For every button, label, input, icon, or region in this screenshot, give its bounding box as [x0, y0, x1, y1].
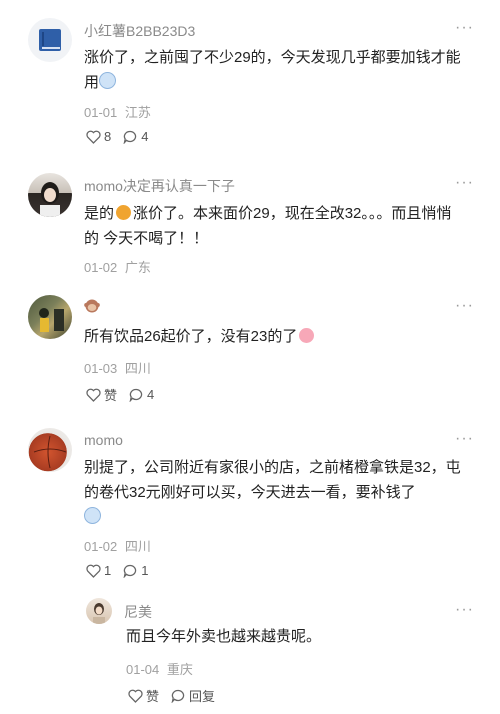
- more-options-icon[interactable]: ···: [455, 601, 474, 619]
- comment-actions: 赞 回复: [128, 686, 227, 705]
- username[interactable]: momo决定再认真一下子: [84, 176, 235, 196]
- user-photo-icon: [93, 603, 105, 624]
- angry-emoji-icon: [116, 205, 132, 220]
- user-photo-icon: [39, 308, 64, 332]
- comment-text: 别提了，公司附近有家很小的店，之前楮橙拿铁是32，屯的卷代32元刚好可以买，今天…: [84, 455, 464, 530]
- like-button[interactable]: 1: [86, 563, 111, 578]
- comment-date: 01-02: [84, 539, 118, 554]
- reply-count: 1: [141, 563, 149, 578]
- crying-emoji-icon: [84, 507, 101, 524]
- heart-icon: [86, 388, 101, 402]
- comment-icon: [129, 388, 143, 402]
- comment-text: 所有饮品26起价了，没有23的了: [84, 324, 464, 349]
- reply-button[interactable]: 回复: [171, 686, 215, 705]
- comment-date: 01-03: [84, 361, 118, 376]
- comment-location: 广东: [124, 260, 151, 275]
- pig-emoji-icon: [299, 328, 315, 343]
- comment-text: 而且今年外卖也越来越贵呢。: [126, 628, 322, 645]
- avatar[interactable]: [86, 598, 112, 624]
- username[interactable]: [84, 298, 100, 316]
- reply-count: 4: [141, 129, 149, 144]
- more-options-icon[interactable]: ···: [455, 19, 474, 37]
- like-button[interactable]: 8: [86, 129, 111, 144]
- comment-meta: 01-03 四川: [84, 358, 151, 377]
- reply-button[interactable]: 4: [123, 129, 148, 144]
- username[interactable]: 小红薯B2BB23D3: [84, 21, 195, 41]
- more-options-icon[interactable]: ···: [455, 430, 474, 448]
- reply-button[interactable]: 4: [129, 387, 154, 402]
- heart-icon: [128, 689, 143, 703]
- comment-meta: 01-02 四川: [84, 536, 151, 555]
- avatar[interactable]: [28, 428, 72, 472]
- monkey-emoji-icon: [84, 299, 100, 313]
- comment-icon: [123, 130, 137, 144]
- comment-location: 四川: [124, 539, 151, 554]
- comment-date: 01-02: [84, 260, 118, 275]
- comment-location: 江苏: [124, 105, 151, 120]
- heart-icon: [86, 130, 101, 144]
- comment-date: 01-01: [84, 105, 118, 120]
- like-count: 1: [104, 563, 112, 578]
- comment-text-content: 所有饮品26起价了，没有23的了: [84, 328, 298, 345]
- comment-text: 涨价了，之前囤了不少29的，今天发现几乎都要加钱才能用: [84, 45, 464, 95]
- comment-text-part-2: 涨价了。本来面价29，现在全改32。。。而且悄悄的 今天不喝了！！: [84, 205, 452, 247]
- reply-button[interactable]: 1: [123, 563, 148, 578]
- comment-text: 是的 涨价了。本来面价29，现在全改32。。。而且悄悄的 今天不喝了！！: [84, 201, 464, 251]
- like-count: 8: [104, 129, 112, 144]
- avatar[interactable]: [28, 18, 72, 62]
- comment-text-part-1: 是的: [84, 205, 115, 222]
- comment-actions: 1 1: [86, 563, 160, 578]
- username[interactable]: momo: [84, 432, 123, 448]
- comment-date: 01-04: [126, 662, 160, 677]
- reply-count: 4: [147, 387, 155, 402]
- more-options-icon[interactable]: ···: [455, 174, 474, 192]
- comment-meta: 01-04 重庆: [126, 659, 193, 678]
- like-button[interactable]: 赞: [128, 686, 159, 705]
- comment-text-content: 别提了，公司附近有家很小的店，之前楮橙拿铁是32，屯的卷代32元刚好可以买，今天…: [84, 459, 461, 501]
- comment-location: 重庆: [166, 662, 193, 677]
- basketball-icon: [33, 435, 67, 469]
- comment-icon: [171, 689, 185, 703]
- book-icon: [39, 29, 61, 51]
- avatar[interactable]: [28, 173, 72, 217]
- avatar[interactable]: [28, 295, 72, 339]
- more-options-icon[interactable]: ···: [455, 297, 474, 315]
- like-count: 赞: [146, 689, 160, 704]
- reply-label: 回复: [189, 689, 216, 704]
- comment-meta: 01-02 广东: [84, 257, 151, 276]
- username[interactable]: 尼美: [124, 602, 152, 622]
- comment-meta: 01-01 江苏: [84, 102, 151, 121]
- user-photo-icon: [40, 182, 60, 217]
- comment-location: 四川: [124, 361, 151, 376]
- heart-icon: [86, 564, 101, 578]
- comment-text-content: 涨价了，之前囤了不少29的，今天发现几乎都要加钱才能用: [84, 49, 461, 91]
- like-count: 赞: [104, 388, 118, 403]
- crying-emoji-icon: [99, 72, 117, 89]
- comment-actions: 8 4: [86, 129, 160, 144]
- comment-actions: 赞 4: [86, 385, 166, 404]
- like-button[interactable]: 赞: [86, 385, 117, 404]
- comment-icon: [123, 564, 137, 578]
